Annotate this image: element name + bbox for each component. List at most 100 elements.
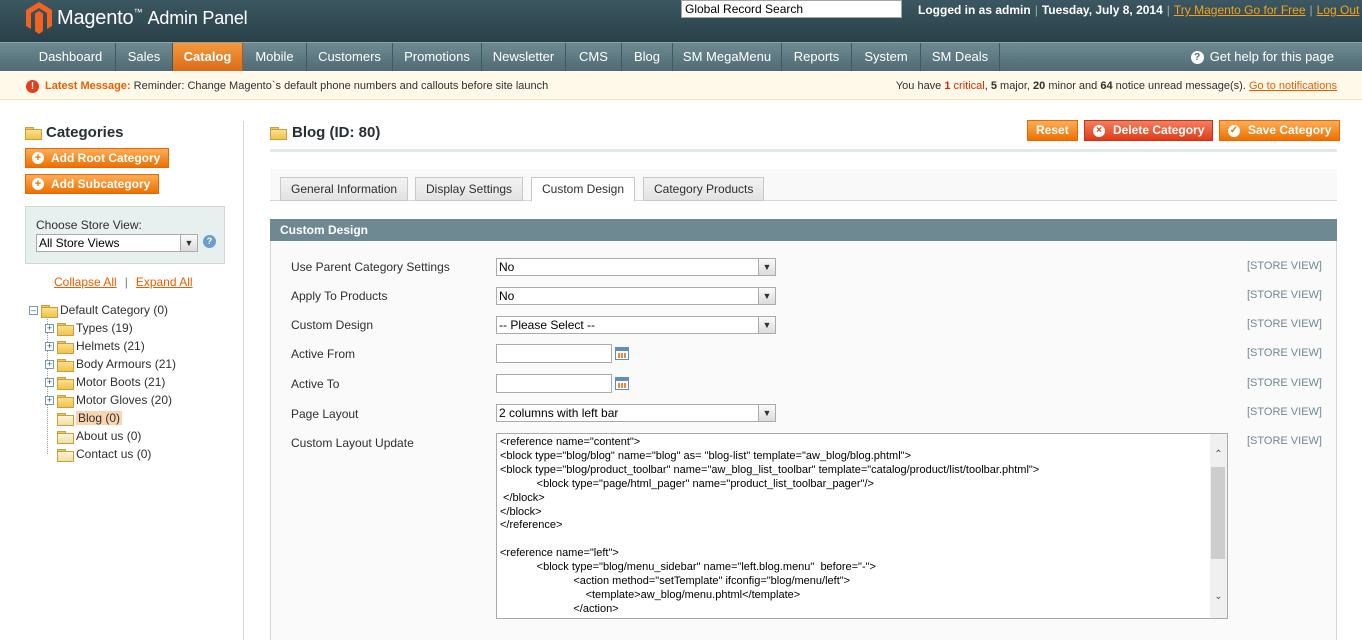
try-magento-go-link[interactable]: Try Magento Go for Free [1174,3,1306,17]
title-divider [270,149,1337,152]
tab-custom-design[interactable]: Custom Design [531,177,636,202]
tree-node-label-selected: Blog (0) [76,411,123,425]
nav-promotions[interactable]: Promotions [393,43,482,71]
logo-name: Magento [57,6,134,29]
header-date: Tuesday, July 8, 2014 [1041,3,1163,17]
logout-link[interactable]: Log Out [1317,3,1360,17]
nav-blog[interactable]: Blog [622,43,673,71]
use-parent-select[interactable]: No ▼ [496,258,776,276]
folder-icon [41,304,58,318]
scrollbar-thumb[interactable] [1211,467,1225,559]
expand-all-link[interactable]: Expand All [136,275,193,289]
tree-node-types[interactable]: + Types (19) [45,320,133,336]
scope-label: [STORE VIEW] [1247,406,1322,418]
go-to-notifications-link[interactable]: Go to notifications [1249,80,1337,92]
tree-node-body-armours[interactable]: + Body Armours (21) [45,356,176,372]
header-separator: | [1309,3,1313,17]
layout-update-content: <reference name="content"> <block type="… [500,436,1040,615]
nav-sm-megamenu[interactable]: SM MegaMenu [673,43,782,71]
store-view-select[interactable]: All Store Views ▼ [36,234,198,252]
tab-general-information[interactable]: General Information [280,177,409,201]
magento-logo-icon [26,2,52,34]
tree-node-label: Helmets (21) [76,339,145,353]
help-question-icon[interactable]: ? [203,235,216,248]
tree-node-motor-boots[interactable]: + Motor Boots (21) [45,374,165,390]
reset-button[interactable]: Reset [1027,120,1078,141]
layout-update-textarea[interactable]: <reference name="content"> <block type="… [496,433,1228,619]
apply-products-label: Apply To Products [291,289,388,303]
tree-node-helmets[interactable]: + Helmets (21) [45,338,145,354]
tree-node-contact-us[interactable]: Contact us (0) [57,446,151,462]
tree-node-label: Types (19) [76,321,133,335]
tree-node-blog[interactable]: Blog (0) [57,410,123,426]
tree-node-about-us[interactable]: About us (0) [57,428,141,444]
nav-newsletter[interactable]: Newsletter [482,43,566,71]
custom-design-select[interactable]: -- Please Select -- ▼ [496,316,776,334]
add-root-category-button[interactable]: + Add Root Category [25,148,170,168]
scope-label: [STORE VIEW] [1247,377,1322,389]
nav-system[interactable]: System [852,43,921,71]
chevron-down-icon: ▼ [758,405,775,421]
nav-dashboard[interactable]: Dashboard [26,43,116,71]
delete-category-button[interactable]: × Delete Category [1084,120,1214,141]
global-search-input[interactable]: Global Record Search [681,0,902,18]
nav-mobile[interactable]: Mobile [243,43,307,71]
notification-prefix: You have [895,80,945,92]
apply-products-select[interactable]: No ▼ [496,287,776,305]
scope-label: [STORE VIEW] [1247,347,1322,359]
categories-folder-icon [25,126,42,140]
tree-node-motor-gloves[interactable]: + Motor Gloves (20) [45,392,172,408]
chevron-down-icon: ▼ [758,288,775,304]
sidebar-divider [243,121,244,640]
layout-update-label: Custom Layout Update [291,436,414,450]
active-from-label: Active From [291,347,356,361]
active-to-input[interactable] [496,374,612,393]
help-link[interactable]: ? Get help for this page [1190,43,1334,71]
add-root-category-label: Add Root Category [51,151,161,165]
active-from-input[interactable] [496,344,612,363]
critical-count: 1 [944,80,951,92]
save-category-button[interactable]: ✓ Save Category [1219,120,1341,141]
nav-catalog[interactable]: Catalog [173,43,243,71]
reset-label: Reset [1036,123,1069,137]
tab-display-settings[interactable]: Display Settings [415,177,524,201]
expand-icon[interactable]: + [45,359,54,369]
expand-icon[interactable]: + [45,377,54,387]
expand-icon[interactable]: + [45,341,54,351]
active-to-label: Active To [291,377,340,391]
tab-category-products[interactable]: Category Products [643,177,765,201]
checkmark-icon: ✓ [1228,124,1240,137]
scroll-down-icon[interactable]: ⌄ [1210,588,1227,605]
nav-reports[interactable]: Reports [782,43,852,71]
page-layout-select[interactable]: 2 columns with left bar ▼ [496,404,776,422]
nav-sm-deals[interactable]: SM Deals [921,43,1000,71]
nav-customers[interactable]: Customers [307,43,393,71]
folder-icon [57,394,74,408]
minor-count: 20 [1033,80,1046,92]
expand-icon[interactable]: + [45,395,54,405]
header-separator: | [1166,3,1170,17]
collapse-all-link[interactable]: Collapse All [54,275,117,289]
latest-message-text: Reminder: Change Magento`s default phone… [133,80,549,92]
scope-label: [STORE VIEW] [1247,318,1322,330]
categories-heading: Categories [25,124,124,141]
chevron-down-icon: ▼ [758,317,775,333]
magento-logo[interactable]: Magento™ Admin Panel [26,2,248,34]
textarea-scrollbar[interactable]: ⌃ ⌄ [1210,434,1227,618]
page-folder-icon [57,430,74,444]
logo-trademark: ™ [133,6,143,17]
scroll-up-icon[interactable]: ⌃ [1210,446,1227,463]
page-title-text: Blog (ID: 80) [292,124,381,141]
custom-design-label: Custom Design [291,318,374,332]
collapse-icon[interactable]: – [29,305,38,315]
expand-icon[interactable]: + [45,323,54,333]
calendar-icon[interactable] [615,377,629,390]
logged-in-text: Logged in as admin [918,3,1031,17]
page-folder-icon [57,412,74,426]
main-nav: Dashboard Sales Catalog Mobile Customers… [0,42,1362,71]
tree-node-default-category[interactable]: – Default Category (0) [29,302,168,318]
calendar-icon[interactable] [615,347,629,360]
nav-sales[interactable]: Sales [116,43,173,71]
nav-cms[interactable]: CMS [566,43,622,71]
add-subcategory-button[interactable]: + Add Subcategory [25,174,160,194]
